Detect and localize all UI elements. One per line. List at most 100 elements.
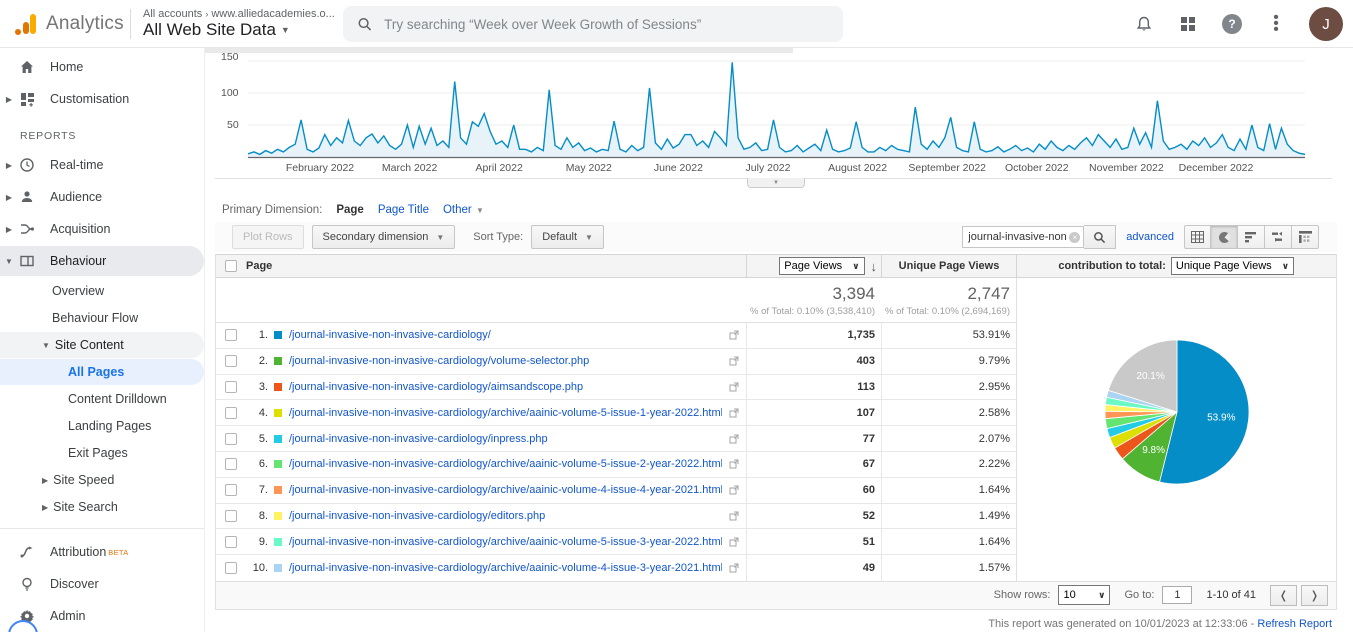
sidebar-item-all-pages[interactable]: All Pages [0,359,204,385]
x-axis-month-label: November 2022 [1089,162,1164,174]
row-page-link[interactable]: /journal-invasive-non-invasive-cardiolog… [289,355,722,367]
row-checkbox[interactable] [225,355,237,368]
global-search[interactable] [343,6,843,42]
show-rows-select[interactable]: 10 ∨ [1058,585,1111,606]
sidebar-item-attribution[interactable]: Attribution BETA [0,537,204,567]
acquisition-icon [18,220,36,238]
row-checkbox[interactable] [225,484,237,497]
row-page-link[interactable]: /journal-invasive-non-invasive-cardiolog… [289,510,722,522]
sidebar-item-site-content[interactable]: ▼ Site Content [0,332,204,358]
advanced-link[interactable]: advanced [1126,231,1174,243]
sidebar-item-realtime[interactable]: ▶ Real-time [0,150,204,180]
sidebar-item-exit-pages[interactable]: Exit Pages [0,440,204,466]
refresh-report-link[interactable]: Refresh Report [1257,618,1332,630]
search-input[interactable] [384,16,829,32]
dimension-other[interactable]: Other ▼ [443,204,484,216]
sidebar-item-behaviour-flow[interactable]: Behaviour Flow [0,305,204,331]
analytics-logo-text: Analytics [46,12,124,34]
percentage-view-button[interactable] [1211,225,1238,249]
apps-grid-icon[interactable] [1177,13,1199,35]
row-page-link[interactable]: /journal-invasive-non-invasive-cardiolog… [289,407,722,419]
open-in-new-icon [729,330,739,340]
pie-slice-label: 20.1% [1136,371,1164,382]
row-page-link[interactable]: /journal-invasive-non-invasive-cardiolog… [289,536,722,548]
help-icon[interactable]: ? [1221,13,1243,35]
sidebar-item-content-drilldown[interactable]: Content Drilldown [0,386,204,412]
notifications-bell-icon[interactable] [1133,13,1155,35]
table-search-input[interactable] [962,226,1085,248]
external-link-icon[interactable] [722,356,746,366]
comparison-view-button[interactable] [1265,225,1292,249]
row-page-link[interactable]: /journal-invasive-non-invasive-cardiolog… [289,329,722,341]
open-in-new-icon [729,563,739,573]
plot-rows-button[interactable]: Plot Rows [232,225,304,249]
row-page-link[interactable]: /journal-invasive-non-invasive-cardiolog… [289,433,722,445]
sidebar-item-site-speed[interactable]: ▶ Site Speed [0,467,204,493]
row-page-views: 51 [746,529,881,555]
sidebar-item-audience[interactable]: ▶ Audience [0,182,204,212]
secondary-dimension-button[interactable]: Secondary dimension ▼ [311,225,456,249]
sidebar-item-acquisition[interactable]: ▶ Acquisition [0,214,204,244]
sidebar-item-discover[interactable]: Discover [0,569,204,599]
row-checkbox[interactable] [225,509,237,522]
dimension-page[interactable]: Page [336,204,364,216]
row-checkbox[interactable] [225,562,237,575]
table-view-button[interactable] [1184,225,1211,249]
sidebar-item-site-search[interactable]: ▶ Site Search [0,494,204,520]
external-link-icon[interactable] [722,485,746,495]
contribution-select[interactable]: Unique Page Views ∨ [1170,257,1294,275]
external-link-icon[interactable] [722,434,746,444]
analytics-logo-icon [14,13,38,35]
row-checkbox[interactable] [225,380,237,393]
select-all-checkbox[interactable] [225,260,237,272]
row-checkbox[interactable] [225,535,237,548]
metric-select[interactable]: Page Views ∨ [779,257,865,275]
avatar[interactable]: J [1309,7,1343,41]
row-unique-pct: 2.95% [881,374,1016,400]
analytics-logo[interactable]: Analytics [0,13,128,35]
pie-slice-label: 9.8% [1142,445,1165,456]
row-checkbox[interactable] [225,458,237,471]
pageviews-sparkline[interactable] [248,56,1305,159]
clear-search-icon[interactable]: × [1069,231,1081,243]
previous-page-button[interactable]: ❬ [1270,584,1297,606]
sort-type-button[interactable]: Default ▼ [531,225,604,249]
external-link-icon[interactable] [722,563,746,573]
goto-input[interactable] [1162,586,1193,605]
sidebar-item-home[interactable]: Home [0,52,204,82]
collapse-caret-icon: ▼ [5,256,13,266]
more-menu-icon[interactable]: • • • [1265,10,1287,38]
contribution-pie-chart[interactable]: 53.9% 9.8% 20.1% [1097,332,1257,492]
dimension-page-title[interactable]: Page Title [378,204,429,216]
account-switcher[interactable]: All accounts › www.alliedacademies.o... … [143,8,335,40]
sidebar-item-overview[interactable]: Overview [0,278,204,304]
row-checkbox[interactable] [225,432,237,445]
sort-descending-icon[interactable]: ↓ [871,259,878,274]
x-axis-month-label: April 2022 [475,162,523,174]
table-search-button[interactable] [1084,225,1117,249]
row-checkbox[interactable] [225,406,237,419]
row-page-link[interactable]: /journal-invasive-non-invasive-cardiolog… [289,562,722,574]
external-link-icon[interactable] [722,382,746,392]
external-link-icon[interactable] [722,537,746,547]
row-page-link[interactable]: /journal-invasive-non-invasive-cardiolog… [289,381,722,393]
sidebar-item-customisation[interactable]: ▶ Customisation [0,84,204,114]
external-link-icon[interactable] [722,408,746,418]
table-row: 8. /journal-invasive-non-invasive-cardiol… [216,503,1016,530]
pivot-view-button[interactable] [1292,225,1319,249]
row-checkbox[interactable] [225,329,237,342]
row-page-link[interactable]: /journal-invasive-non-invasive-cardiolog… [289,458,722,470]
avatar-initial: J [1322,15,1330,33]
row-rank: 1. [258,329,268,342]
open-in-new-icon [729,459,739,469]
external-link-icon[interactable] [722,459,746,469]
performance-view-button[interactable] [1238,225,1265,249]
x-axis-month-label: March 2022 [381,162,438,174]
row-page-link[interactable]: /journal-invasive-non-invasive-cardiolog… [289,484,722,496]
external-link-icon[interactable] [722,330,746,340]
external-link-icon[interactable] [722,511,746,521]
next-page-button[interactable]: ❭ [1301,584,1328,606]
chart-collapse-handle[interactable]: ▼ [747,178,805,188]
sidebar-item-landing-pages[interactable]: Landing Pages [0,413,204,439]
sidebar-item-behaviour[interactable]: ▼ Behaviour [0,246,204,276]
